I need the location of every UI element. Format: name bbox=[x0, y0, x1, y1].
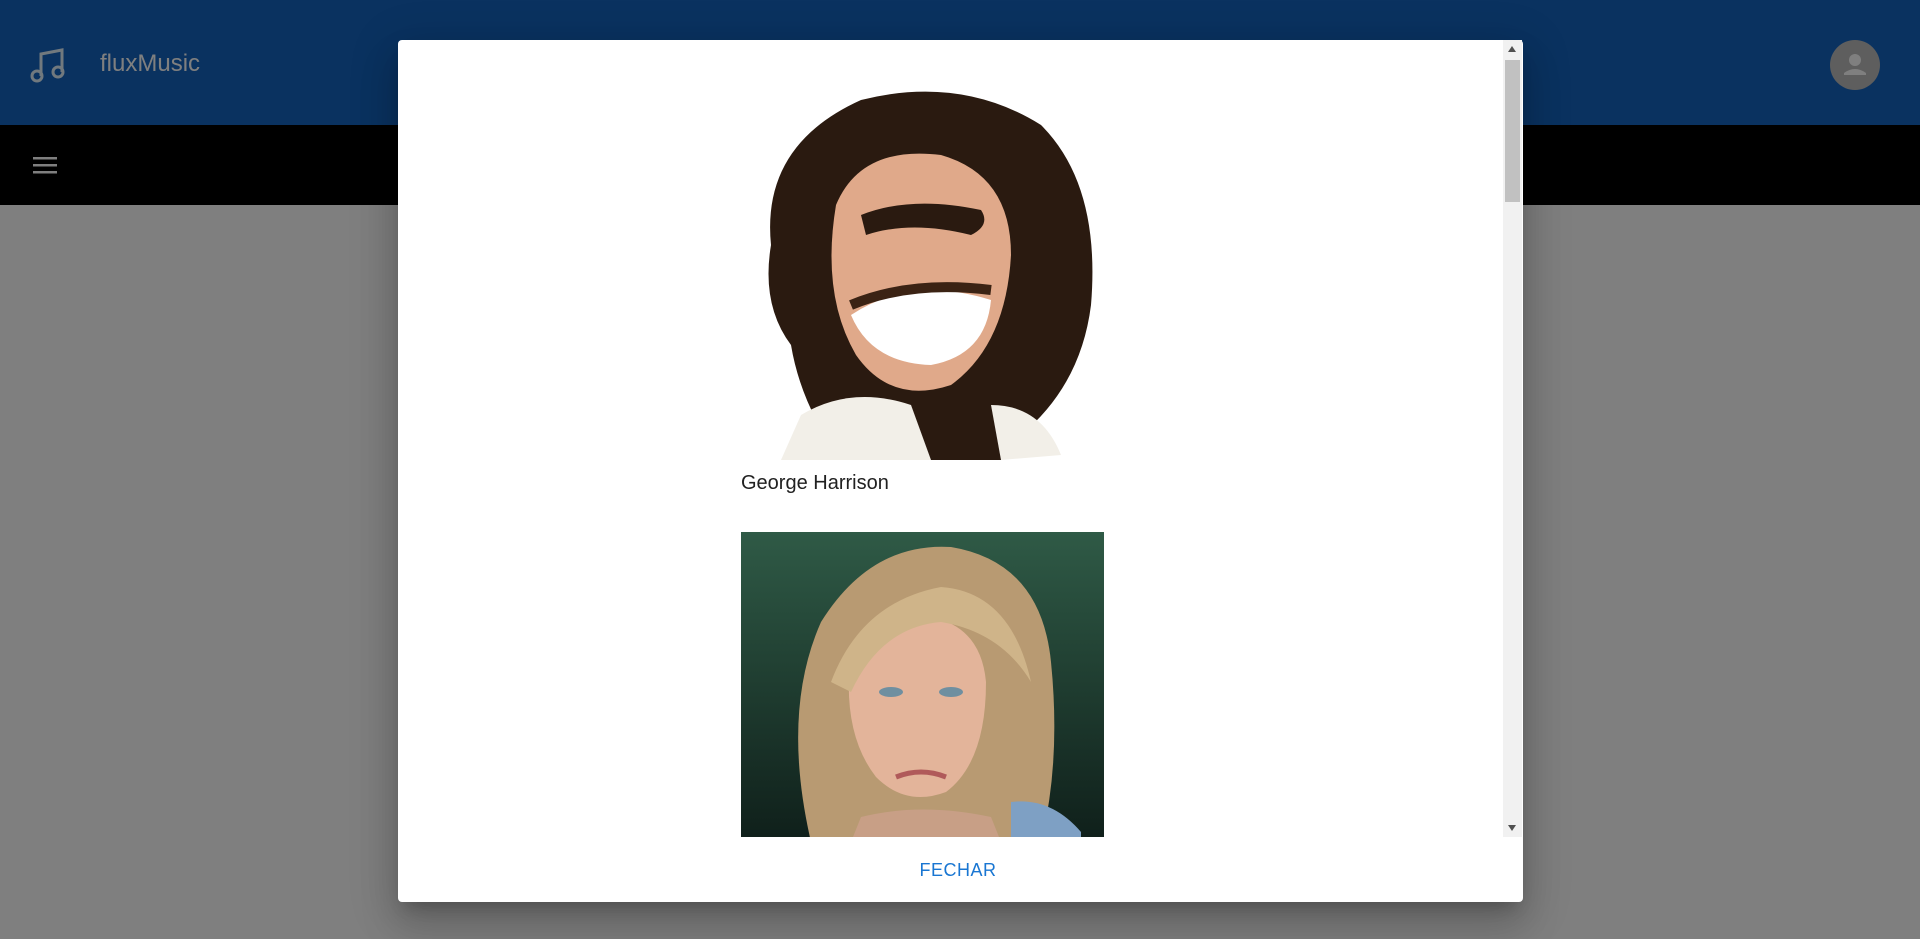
dialog-content[interactable]: George Harrison bbox=[398, 40, 1503, 837]
artist-photo bbox=[741, 532, 1104, 837]
artists-dialog: George Harrison FECHAR bbox=[398, 40, 1523, 902]
dialog-scrollbar[interactable] bbox=[1503, 40, 1522, 837]
scroll-down-arrow-icon[interactable] bbox=[1508, 825, 1516, 831]
artist-name: George Harrison bbox=[741, 472, 889, 494]
scroll-up-arrow-icon[interactable] bbox=[1508, 46, 1516, 52]
artist-photo bbox=[741, 85, 1104, 460]
artist-item[interactable]: George Harrison bbox=[741, 85, 1104, 495]
close-button[interactable]: FECHAR bbox=[888, 852, 1028, 888]
artist-item[interactable] bbox=[741, 532, 1104, 837]
scrollbar-thumb[interactable] bbox=[1505, 60, 1520, 202]
